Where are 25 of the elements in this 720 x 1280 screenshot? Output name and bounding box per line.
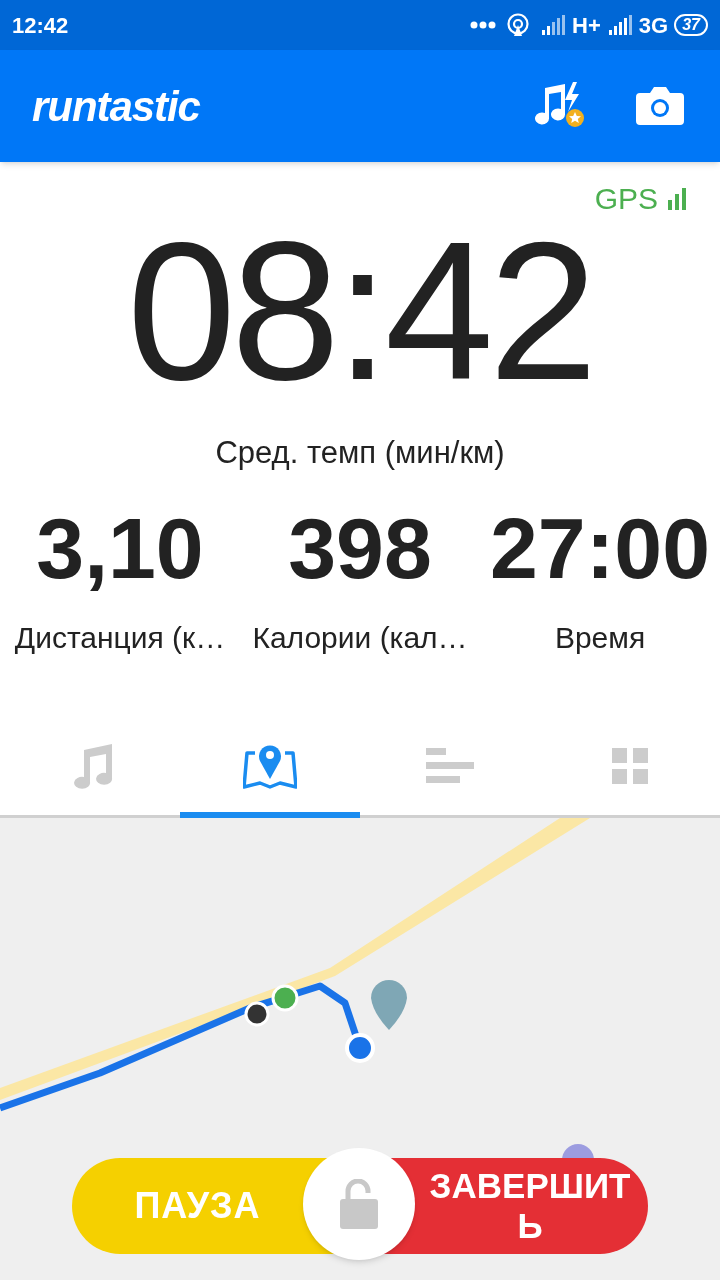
hotspot-icon bbox=[506, 13, 531, 37]
unlocked-padlock-icon bbox=[340, 1179, 378, 1229]
metric-value: 3,10 bbox=[36, 502, 204, 593]
metric-label: Дистанция (к… bbox=[14, 619, 226, 656]
metric-label: Калории (кал… bbox=[252, 619, 468, 656]
network-type: H+ bbox=[572, 11, 601, 40]
metric-label: Время bbox=[554, 619, 646, 656]
network-type: 3G bbox=[638, 11, 669, 40]
grid-icon bbox=[612, 748, 648, 784]
map-pin-icon bbox=[243, 743, 297, 789]
pace-label: Сред. темп (мин/км) bbox=[215, 434, 505, 472]
battery-indicator: 37 bbox=[674, 14, 708, 36]
gps-signal-icon bbox=[668, 188, 686, 210]
gps-label: GPS bbox=[594, 184, 658, 214]
app-logo: runtastic bbox=[32, 81, 200, 132]
more-icon bbox=[470, 21, 497, 29]
finish-button[interactable]: ЗАВЕРШИТЬ bbox=[415, 1158, 648, 1254]
signal-icon bbox=[608, 15, 635, 35]
pace-value: 08:42 bbox=[127, 214, 593, 410]
metric-value: 27:00 bbox=[490, 502, 710, 593]
metric-value: 398 bbox=[288, 502, 432, 593]
music-star-icon bbox=[535, 82, 585, 130]
status-time: 12:42 bbox=[12, 11, 69, 40]
bar-list-icon bbox=[426, 748, 474, 784]
camera-icon bbox=[636, 87, 684, 125]
